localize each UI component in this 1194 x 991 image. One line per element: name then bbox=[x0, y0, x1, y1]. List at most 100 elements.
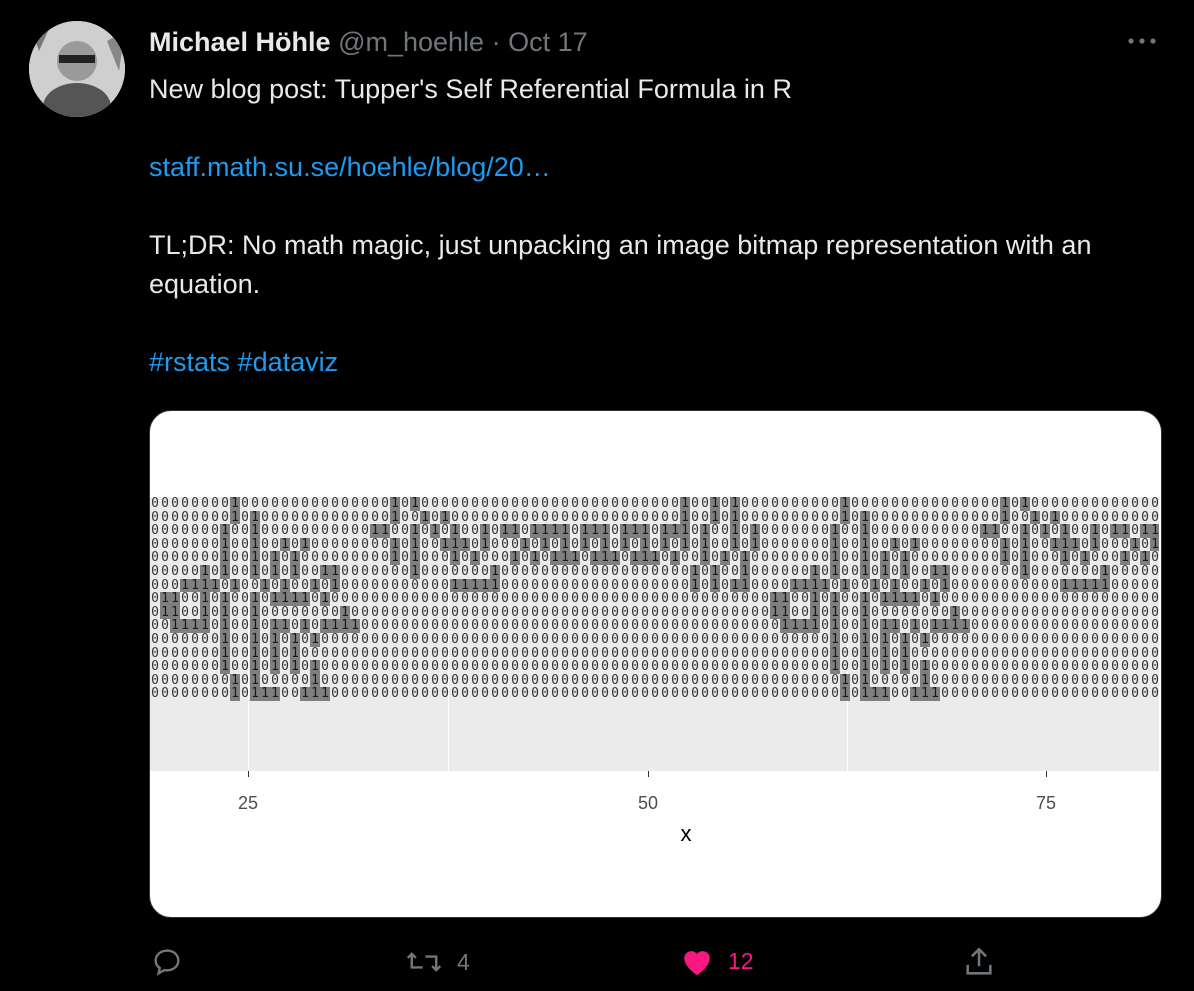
bitmap-cell-off: 0 bbox=[811, 672, 819, 688]
bitmap-cell-off: 0 bbox=[511, 577, 519, 593]
bitmap-cell-off: 0 bbox=[841, 604, 849, 620]
bitmap-cell-off: 0 bbox=[761, 631, 769, 647]
bitmap-cell-off: 0 bbox=[581, 577, 589, 593]
bitmap-cell-off: 0 bbox=[311, 497, 319, 511]
bitmap-cell-off: 0 bbox=[461, 604, 469, 620]
bitmap-cell-off: 0 bbox=[261, 631, 269, 647]
bitmap-cell-off: 0 bbox=[701, 672, 709, 688]
bitmap-cell-off: 0 bbox=[631, 631, 639, 647]
bitmap-cell-on: 1 bbox=[880, 591, 890, 607]
bitmap-cell-off: 0 bbox=[641, 672, 649, 688]
author-handle[interactable]: @m_hoehle bbox=[338, 27, 484, 57]
bitmap-cell-off: 0 bbox=[851, 523, 859, 539]
bitmap-cell-off: 0 bbox=[251, 577, 259, 593]
bitmap-cell-on: 1 bbox=[870, 577, 880, 593]
bitmap-cell-off: 0 bbox=[961, 536, 969, 552]
bitmap-cell-off: 0 bbox=[1051, 645, 1059, 661]
bitmap-cell-off: 0 bbox=[461, 497, 469, 511]
bitmap-cell-off: 0 bbox=[441, 659, 449, 675]
tweet-date[interactable]: Oct 17 bbox=[508, 27, 588, 57]
share-button[interactable] bbox=[962, 945, 996, 979]
bitmap-cell-off: 0 bbox=[741, 686, 749, 702]
bitmap-cell-off: 0 bbox=[801, 672, 809, 688]
bitmap-cell-off: 0 bbox=[541, 672, 549, 688]
bitmap-cell-off: 0 bbox=[761, 604, 769, 620]
bitmap-cell-off: 0 bbox=[1121, 509, 1129, 525]
bitmap-cell-off: 0 bbox=[971, 686, 979, 702]
bitmap-cell-off: 0 bbox=[771, 659, 779, 675]
bitmap-cell-off: 0 bbox=[951, 672, 959, 688]
bitmap-cell-on: 1 bbox=[600, 550, 610, 566]
bitmap-cell-off: 0 bbox=[1111, 686, 1119, 702]
bitmap-cell-off: 0 bbox=[591, 563, 599, 579]
bitmap-cell-off: 0 bbox=[751, 591, 759, 607]
bitmap-cell-off: 0 bbox=[1131, 604, 1139, 620]
hashtag-dataviz[interactable]: #dataviz bbox=[238, 347, 339, 377]
bitmap-cell-off: 0 bbox=[921, 509, 929, 525]
avatar[interactable] bbox=[29, 21, 125, 117]
bitmap-cell-off: 0 bbox=[381, 509, 389, 525]
bitmap-cell-off: 0 bbox=[911, 577, 919, 593]
bitmap-cell-on: 1 bbox=[250, 618, 260, 634]
bitmap-cell-off: 0 bbox=[581, 563, 589, 579]
blog-link[interactable]: staff.math.su.se/hoehle/blog/20… bbox=[149, 152, 551, 182]
bitmap-cell-off: 0 bbox=[391, 591, 399, 607]
bitmap-cell-off: 0 bbox=[231, 591, 239, 607]
bitmap-cell-on: 1 bbox=[460, 577, 470, 593]
author-name[interactable]: Michael Höhle bbox=[149, 27, 331, 57]
bitmap-cell-off: 0 bbox=[601, 591, 609, 607]
bitmap-cell-on: 1 bbox=[250, 686, 260, 702]
bitmap-cell-off: 0 bbox=[461, 618, 469, 634]
hashtag-rstats[interactable]: #rstats bbox=[149, 347, 230, 377]
bitmap-cell-off: 0 bbox=[1071, 618, 1079, 634]
bitmap-cell-off: 0 bbox=[411, 618, 419, 634]
bitmap-cell-off: 0 bbox=[731, 686, 739, 702]
bitmap-cell-off: 0 bbox=[571, 536, 579, 552]
bitmap-cell-on: 1 bbox=[920, 577, 930, 593]
bitmap-cell-off: 0 bbox=[631, 563, 639, 579]
like-button[interactable]: 12 bbox=[680, 945, 754, 977]
bitmap-cell-off: 0 bbox=[351, 604, 359, 620]
bitmap-cell-off: 0 bbox=[751, 618, 759, 634]
more-options-icon[interactable] bbox=[1126, 28, 1158, 52]
bitmap-cell-off: 0 bbox=[921, 497, 929, 511]
bitmap-cell-off: 0 bbox=[951, 659, 959, 675]
bitmap-cell-off: 0 bbox=[371, 536, 379, 552]
bitmap-cell-off: 0 bbox=[751, 577, 759, 593]
bitmap-cell-off: 0 bbox=[441, 550, 449, 566]
bitmap-cell-off: 0 bbox=[381, 497, 389, 511]
bitmap-cell-off: 0 bbox=[341, 591, 349, 607]
bitmap-cell-off: 0 bbox=[691, 631, 699, 647]
bitmap-cell-off: 0 bbox=[1081, 645, 1089, 661]
retweet-button[interactable]: 4 bbox=[405, 945, 470, 979]
bitmap-cell-off: 0 bbox=[371, 577, 379, 593]
bitmap-cell-off: 0 bbox=[841, 645, 849, 661]
bitmap-cell-on: 1 bbox=[210, 577, 220, 593]
bitmap-cell-off: 0 bbox=[941, 659, 949, 675]
bitmap-cell-on: 1 bbox=[830, 631, 840, 647]
bitmap-cell-off: 0 bbox=[661, 645, 669, 661]
bitmap-cell-off: 0 bbox=[241, 591, 249, 607]
bitmap-cell-off: 0 bbox=[821, 604, 829, 620]
bitmap-cell-on: 1 bbox=[1030, 509, 1040, 525]
bitmap-cell-on: 1 bbox=[470, 550, 480, 566]
bitmap-cell-off: 0 bbox=[291, 604, 299, 620]
bitmap-cell-off: 0 bbox=[1011, 509, 1019, 525]
bitmap-row: 0000000100101010100000000000000000000000… bbox=[150, 633, 1159, 647]
bitmap-cell-off: 0 bbox=[821, 497, 829, 511]
bitmap-cell-off: 0 bbox=[231, 645, 239, 661]
bitmap-cell-off: 0 bbox=[1001, 563, 1009, 579]
media-card[interactable]: 0000000010000000000000001010000000000000… bbox=[149, 410, 1162, 918]
bitmap-cell-off: 0 bbox=[961, 523, 969, 539]
bitmap-cell-off: 0 bbox=[921, 536, 929, 552]
bitmap-cell-off: 0 bbox=[151, 686, 159, 702]
bitmap-cell-off: 0 bbox=[911, 672, 919, 688]
bitmap-cell-off: 0 bbox=[651, 563, 659, 579]
bitmap-cell-on: 1 bbox=[190, 618, 200, 634]
bitmap-cell-off: 0 bbox=[431, 563, 439, 579]
bitmap-cell-off: 0 bbox=[151, 550, 159, 566]
reply-button[interactable] bbox=[150, 945, 198, 979]
bitmap-cell-off: 0 bbox=[571, 618, 579, 634]
bitmap-cell-on: 1 bbox=[450, 536, 460, 552]
bitmap-cell-off: 0 bbox=[781, 672, 789, 688]
